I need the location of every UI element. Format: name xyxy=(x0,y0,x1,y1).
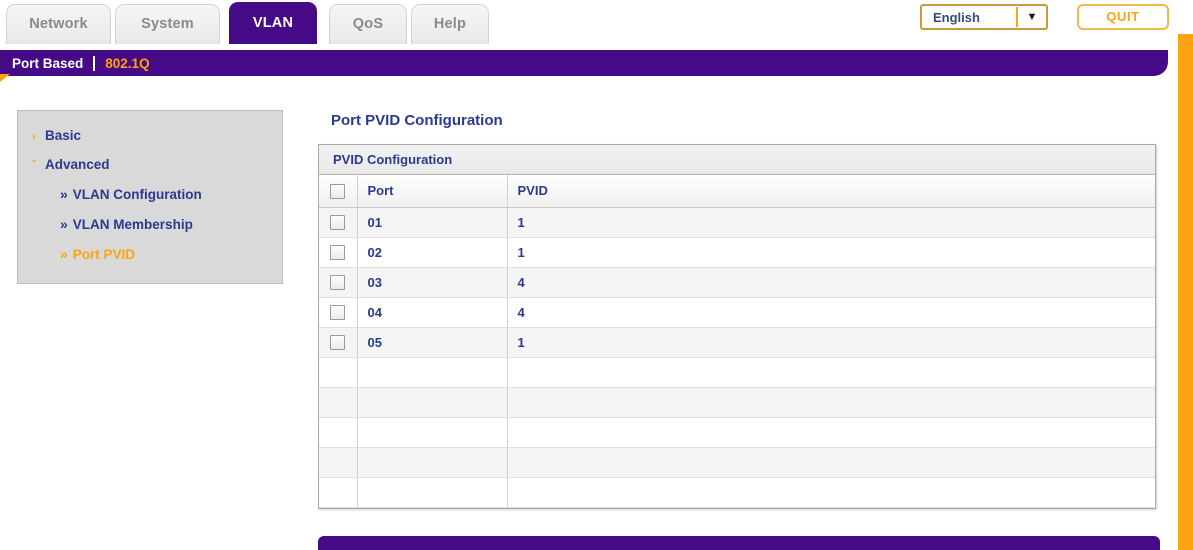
pvid-configuration-panel: PVID Configuration Port PVID 01 1 02 1 03 4 04… xyxy=(318,144,1156,509)
pvid-table: Port PVID 01 1 02 1 03 4 04 4 05 1 xyxy=(319,175,1155,508)
sidebar-item-label: Advanced xyxy=(45,157,110,172)
row-select-cell xyxy=(319,297,358,328)
table-row-empty xyxy=(319,447,1155,478)
sidebar-item-advanced[interactable]: ˇ Advanced xyxy=(18,150,282,179)
right-orange-rail xyxy=(1178,0,1193,550)
tab-system[interactable]: System xyxy=(115,4,220,44)
chevron-down-icon: ˇ xyxy=(32,158,36,172)
language-select-value: English xyxy=(933,9,980,25)
empty-cell xyxy=(507,387,1155,418)
table-row: 02 1 xyxy=(319,237,1155,268)
subnav-item-8021q[interactable]: 802.1Q xyxy=(105,56,149,71)
cell-pvid: 4 xyxy=(507,297,1155,328)
empty-cell xyxy=(357,357,508,388)
empty-cell xyxy=(507,477,1155,508)
table-body: 01 1 02 1 03 4 04 4 05 1 xyxy=(319,207,1155,508)
panel-title: PVID Configuration xyxy=(319,145,1155,175)
table-row: 03 4 xyxy=(319,267,1155,298)
empty-cell xyxy=(319,447,358,478)
table-row-empty xyxy=(319,477,1155,508)
table-row: 05 1 xyxy=(319,327,1155,358)
select-all-checkbox[interactable] xyxy=(330,183,346,199)
cell-port: 05 xyxy=(357,327,508,358)
sidebar-nav: › Basic ˇ Advanced » VLAN Configuration … xyxy=(17,110,283,284)
tab-qos[interactable]: QoS xyxy=(329,4,407,44)
sidebar-item-label: Basic xyxy=(45,128,82,143)
sidebar-item-basic[interactable]: › Basic xyxy=(18,121,282,150)
row-checkbox[interactable] xyxy=(330,245,346,261)
empty-cell xyxy=(319,357,358,388)
sidebar-item-vlan-configuration[interactable]: » VLAN Configuration xyxy=(18,179,282,209)
sidebar-item-label: VLAN Configuration xyxy=(72,187,202,202)
empty-cell xyxy=(319,417,358,448)
column-header-pvid: PVID xyxy=(507,175,1155,208)
table-row: 04 4 xyxy=(319,297,1155,328)
empty-cell xyxy=(507,357,1155,388)
sidebar-item-port-pvid[interactable]: » Port PVID xyxy=(18,239,282,269)
bottom-action-bar xyxy=(318,536,1160,550)
right-rail-top-gap xyxy=(1178,0,1193,34)
double-chevron-icon: » xyxy=(60,186,68,202)
cell-pvid: 1 xyxy=(507,207,1155,238)
subnav-corner-notch xyxy=(0,74,10,82)
table-row-empty xyxy=(319,417,1155,448)
empty-cell xyxy=(357,417,508,448)
row-select-cell xyxy=(319,237,358,268)
subnav-item-port-based[interactable]: Port Based xyxy=(12,56,83,71)
empty-cell xyxy=(507,417,1155,448)
row-select-cell xyxy=(319,327,358,358)
language-select[interactable]: English ▼ xyxy=(920,4,1048,30)
cell-pvid: 4 xyxy=(507,267,1155,298)
table-row-empty xyxy=(319,387,1155,418)
empty-cell xyxy=(357,387,508,418)
sidebar-item-label: VLAN Membership xyxy=(72,217,193,232)
empty-cell xyxy=(319,477,358,508)
chevron-right-icon: › xyxy=(32,129,36,143)
empty-cell xyxy=(507,447,1155,478)
cell-pvid: 1 xyxy=(507,237,1155,268)
tab-network[interactable]: Network xyxy=(6,4,111,44)
row-checkbox[interactable] xyxy=(330,275,346,291)
cell-port: 02 xyxy=(357,237,508,268)
double-chevron-icon: » xyxy=(60,216,68,232)
subnav-separator xyxy=(93,55,96,71)
row-select-cell xyxy=(319,207,358,238)
empty-cell xyxy=(357,477,508,508)
empty-cell xyxy=(357,447,508,478)
sidebar-item-vlan-membership[interactable]: » VLAN Membership xyxy=(18,209,282,239)
cell-port: 04 xyxy=(357,297,508,328)
sidebar-item-label: Port PVID xyxy=(72,247,136,262)
cell-port: 03 xyxy=(357,267,508,298)
cell-pvid: 1 xyxy=(507,327,1155,358)
tab-help[interactable]: Help xyxy=(411,4,489,44)
app-window: Network System VLAN QoS Help English ▼ Q… xyxy=(0,0,1193,550)
page-title: Port PVID Configuration xyxy=(331,112,503,129)
vlan-subnav: Port Based 802.1Q xyxy=(0,50,1168,76)
column-header-port: Port xyxy=(357,175,508,208)
table-row-empty xyxy=(319,357,1155,388)
row-checkbox[interactable] xyxy=(330,305,346,321)
select-all-header xyxy=(319,175,358,208)
chevron-down-icon: ▼ xyxy=(1026,11,1038,23)
table-row: 01 1 xyxy=(319,207,1155,238)
cell-port: 01 xyxy=(357,207,508,238)
double-chevron-icon: » xyxy=(60,246,68,262)
empty-cell xyxy=(319,387,358,418)
row-select-cell xyxy=(319,267,358,298)
row-checkbox[interactable] xyxy=(330,335,346,351)
tab-vlan[interactable]: VLAN xyxy=(229,2,317,44)
table-header-row: Port PVID xyxy=(319,175,1155,208)
row-checkbox[interactable] xyxy=(330,215,346,231)
quit-button[interactable]: QUIT xyxy=(1077,4,1169,30)
